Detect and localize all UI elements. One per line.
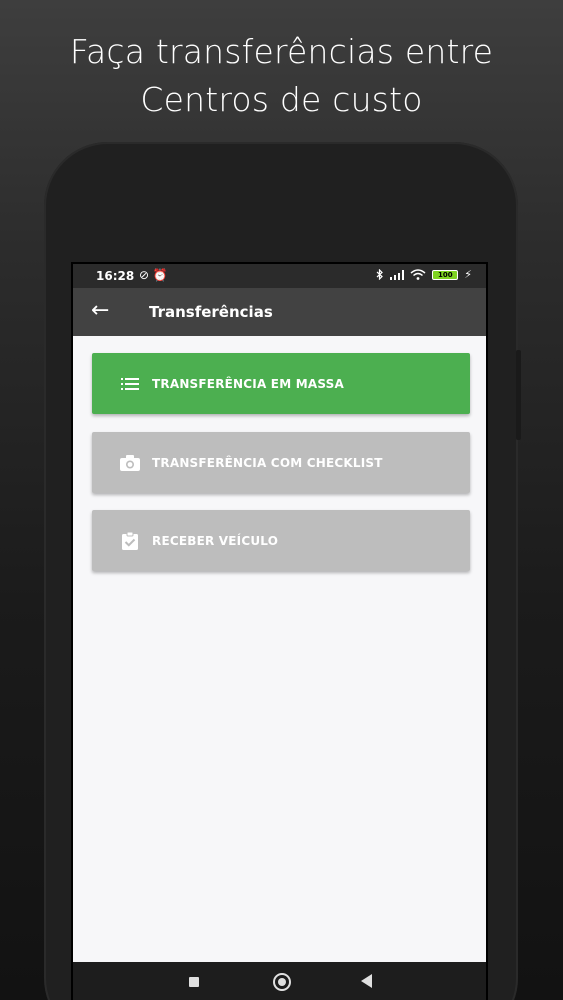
recents-icon[interactable]	[189, 977, 199, 987]
mass-transfer-label: TRANSFERÊNCIA EM MASSA	[152, 376, 344, 391]
status-time: 16:28	[96, 269, 135, 283]
list-icon	[120, 376, 140, 392]
alarm-icon: ⏰	[152, 268, 168, 282]
nav-back-icon[interactable]	[361, 974, 372, 988]
promo-headline-line2: Centros de custo	[140, 80, 423, 119]
mass-transfer-button[interactable]: TRANSFERÊNCIA EM MASSA	[92, 353, 470, 414]
promo-headline-line1: Faça transferências entre	[69, 32, 494, 71]
checklist-transfer-label: TRANSFERÊNCIA COM CHECKLIST	[152, 455, 383, 470]
status-system-icons: 100 ⚡	[376, 268, 472, 281]
receive-vehicle-button[interactable]: RECEBER VEÍCULO	[92, 510, 470, 571]
app-bar: ← Transferências	[73, 288, 486, 336]
android-nav-bar	[73, 962, 486, 1000]
phone-side-button	[516, 350, 521, 440]
battery-icon: 100	[432, 269, 459, 280]
receive-vehicle-label: RECEBER VEÍCULO	[152, 533, 279, 548]
status-notification-icons: ⊘ ⏰	[139, 268, 168, 282]
wifi-icon	[410, 269, 426, 280]
home-icon[interactable]	[273, 973, 291, 991]
checklist-transfer-button[interactable]: TRANSFERÊNCIA COM CHECKLIST	[92, 432, 470, 493]
content-area: TRANSFERÊNCIA EM MASSA TRANSFERÊNCIA COM…	[73, 336, 486, 962]
status-bar: 16:28 ⊘ ⏰ 100 ⚡	[73, 264, 486, 288]
charging-icon: ⚡	[464, 268, 472, 281]
back-arrow-icon[interactable]: ←	[91, 298, 109, 324]
dnd-off-icon: ⊘	[139, 268, 150, 282]
phone-screen: 16:28 ⊘ ⏰ 100 ⚡ ← Transferências TRANSFE…	[71, 262, 488, 1000]
promo-headline: Faça transferências entre Centros de cus…	[0, 28, 563, 124]
camera-icon	[120, 454, 140, 471]
signal-icon	[390, 269, 405, 280]
bluetooth-icon	[376, 269, 384, 280]
page-title: Transferências	[149, 303, 273, 321]
clipboard-check-icon	[120, 531, 140, 550]
